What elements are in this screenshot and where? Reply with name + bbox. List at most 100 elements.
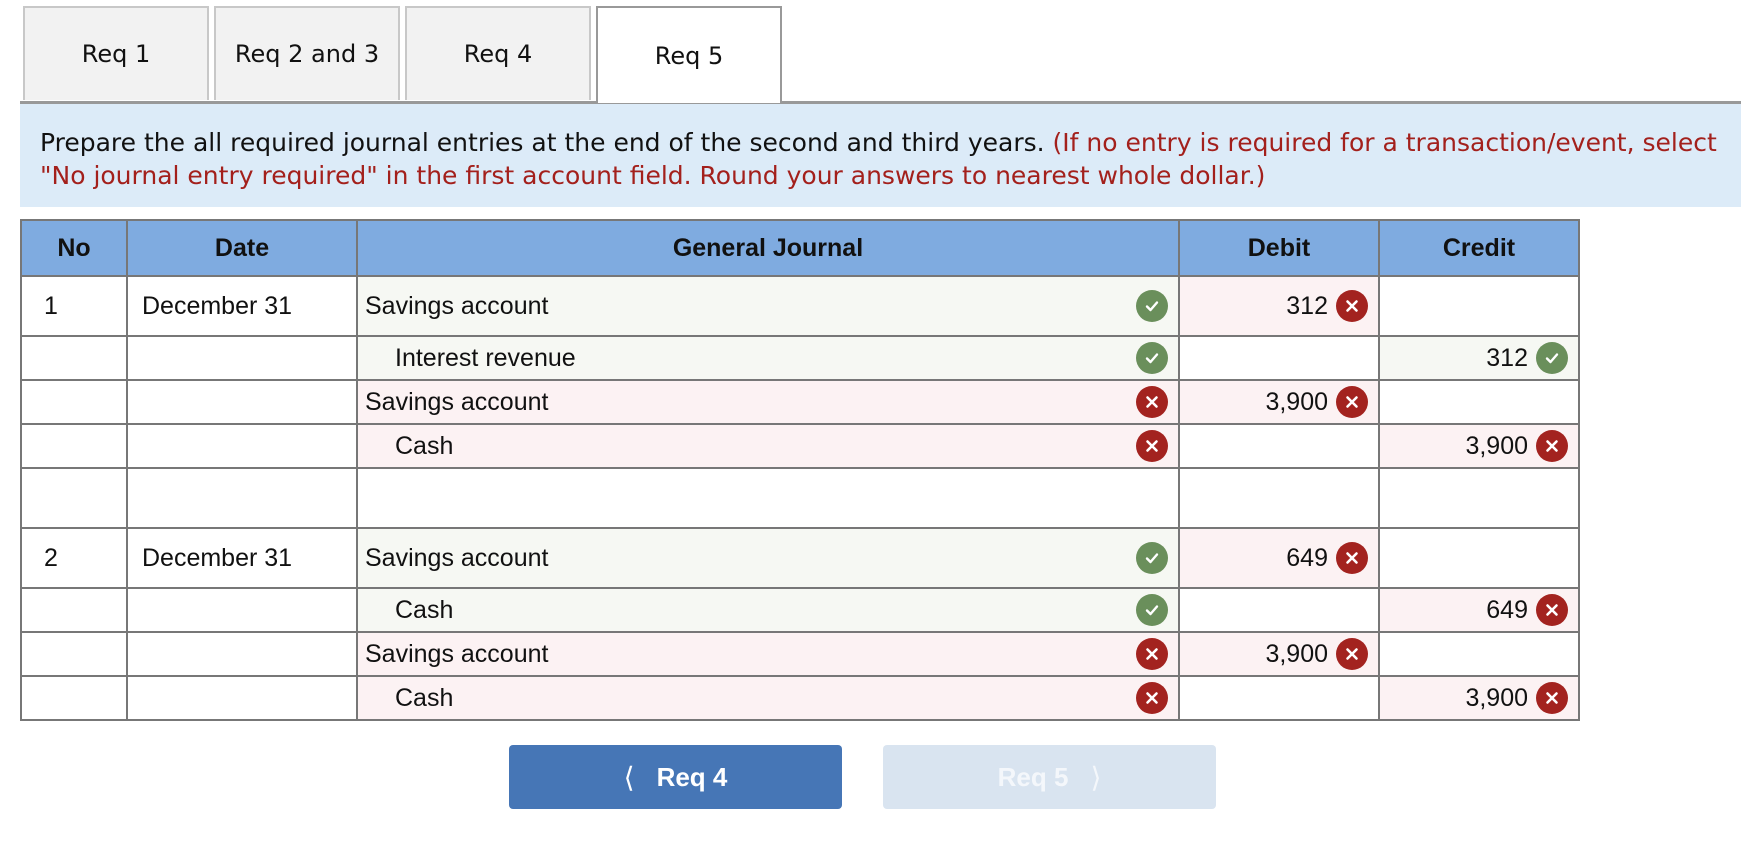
prev-req-4-button[interactable]: ⟨ Req 4 [509, 745, 842, 809]
entry-number [20, 631, 128, 677]
debit-cell[interactable] [1178, 335, 1380, 381]
table-row [20, 467, 1580, 529]
entry-date[interactable] [126, 467, 358, 529]
account-cell[interactable]: Savings account [356, 631, 1180, 677]
header-no: No [20, 219, 128, 277]
entry-date[interactable] [126, 675, 358, 721]
check-icon [1136, 290, 1168, 322]
entry-date[interactable] [126, 379, 358, 425]
general-journal-table: No Date General Journal Debit Credit 1 De… [20, 219, 1580, 721]
header-credit: Credit [1378, 219, 1580, 277]
account-field[interactable]: Savings account [358, 290, 1178, 322]
account-field[interactable]: Savings account [358, 542, 1178, 574]
credit-value: 3,900 [1465, 431, 1528, 460]
debit-cell[interactable]: 649 [1178, 527, 1380, 589]
credit-cell[interactable]: 3,900 [1378, 675, 1580, 721]
account-cell[interactable]: Savings account [356, 527, 1180, 589]
debit-cell[interactable] [1178, 467, 1380, 529]
tab-req-1[interactable]: Req 1 [23, 6, 209, 100]
account-field[interactable]: Cash [358, 430, 1178, 462]
credit-cell[interactable] [1378, 275, 1580, 337]
account-cell[interactable]: Savings account [356, 275, 1180, 337]
account-name: Cash [395, 683, 454, 712]
cross-icon [1536, 430, 1568, 462]
credit-amount-field[interactable]: 3,900 [1465, 430, 1568, 462]
entry-number [20, 587, 128, 633]
account-cell[interactable]: Interest revenue [356, 335, 1180, 381]
entry-number [20, 423, 128, 469]
credit-cell[interactable] [1378, 467, 1580, 529]
credit-cell[interactable]: 3,900 [1378, 423, 1580, 469]
credit-cell[interactable] [1378, 631, 1580, 677]
tab-req-4[interactable]: Req 4 [405, 6, 591, 100]
check-icon [1136, 542, 1168, 574]
credit-value: 649 [1486, 595, 1528, 624]
account-name: Cash [395, 595, 454, 624]
account-name: Savings account [365, 543, 549, 572]
chevron-right-icon: ⟩ [1090, 761, 1102, 793]
account-field[interactable]: Savings account [358, 638, 1178, 670]
entry-date[interactable]: December 31 [126, 527, 358, 589]
cross-icon [1536, 682, 1568, 714]
account-name: Cash [395, 431, 454, 460]
credit-cell[interactable] [1378, 527, 1580, 589]
table-row: Interest revenue 312 [20, 335, 1580, 381]
debit-cell[interactable] [1178, 587, 1380, 633]
check-icon [1536, 342, 1568, 374]
chevron-left-icon: ⟨ [623, 761, 635, 793]
debit-amount-field[interactable]: 3,900 [1265, 386, 1368, 418]
account-cell[interactable]: Cash [356, 675, 1180, 721]
cross-icon [1136, 682, 1168, 714]
debit-amount-field[interactable]: 3,900 [1265, 638, 1368, 670]
table-row: 1 December 31 Savings account 312 [20, 275, 1580, 337]
entry-date[interactable]: December 31 [126, 275, 358, 337]
debit-amount-field[interactable]: 649 [1286, 542, 1368, 574]
credit-amount-field[interactable]: 3,900 [1465, 682, 1568, 714]
credit-amount-field[interactable]: 649 [1486, 594, 1568, 626]
account-cell[interactable]: Cash [356, 423, 1180, 469]
entry-date[interactable] [126, 335, 358, 381]
cross-icon [1136, 638, 1168, 670]
header-date: Date [126, 219, 358, 277]
debit-cell[interactable]: 312 [1178, 275, 1380, 337]
journal-body: 1 December 31 Savings account 312 Interest r… [20, 275, 1580, 721]
entry-number [20, 379, 128, 425]
account-field[interactable]: Cash [358, 594, 1178, 626]
next-button-label: Req 5 [997, 761, 1069, 792]
cross-icon [1336, 386, 1368, 418]
credit-cell[interactable] [1378, 379, 1580, 425]
table-row: Cash 3,900 [20, 423, 1580, 469]
next-req-5-button: Req 5 ⟩ [883, 745, 1216, 809]
entry-date[interactable] [126, 631, 358, 677]
cross-icon [1136, 386, 1168, 418]
account-cell[interactable]: Savings account [356, 379, 1180, 425]
debit-cell[interactable]: 3,900 [1178, 631, 1380, 677]
header-debit: Debit [1178, 219, 1380, 277]
tab-req-5[interactable]: Req 5 [596, 6, 782, 103]
account-cell[interactable] [356, 467, 1180, 529]
account-field[interactable]: Savings account [358, 386, 1178, 418]
debit-cell[interactable] [1178, 423, 1380, 469]
credit-cell[interactable]: 312 [1378, 335, 1580, 381]
credit-value: 312 [1486, 343, 1528, 372]
debit-cell[interactable] [1178, 675, 1380, 721]
table-row: Cash 649 [20, 587, 1580, 633]
credit-value: 3,900 [1465, 683, 1528, 712]
credit-amount-field[interactable]: 312 [1486, 342, 1568, 374]
entry-date[interactable] [126, 587, 358, 633]
entry-number [20, 675, 128, 721]
account-cell[interactable]: Cash [356, 587, 1180, 633]
table-row: Savings account 3,900 [20, 379, 1580, 425]
account-name: Savings account [365, 291, 549, 320]
debit-value: 3,900 [1265, 639, 1328, 668]
check-icon [1136, 594, 1168, 626]
cross-icon [1336, 542, 1368, 574]
debit-amount-field[interactable]: 312 [1286, 290, 1368, 322]
account-field[interactable]: Cash [358, 682, 1178, 714]
account-name: Interest revenue [395, 343, 576, 372]
account-field[interactable]: Interest revenue [358, 342, 1178, 374]
credit-cell[interactable]: 649 [1378, 587, 1580, 633]
entry-date[interactable] [126, 423, 358, 469]
debit-cell[interactable]: 3,900 [1178, 379, 1380, 425]
tab-req-2-and-3[interactable]: Req 2 and 3 [214, 6, 400, 100]
